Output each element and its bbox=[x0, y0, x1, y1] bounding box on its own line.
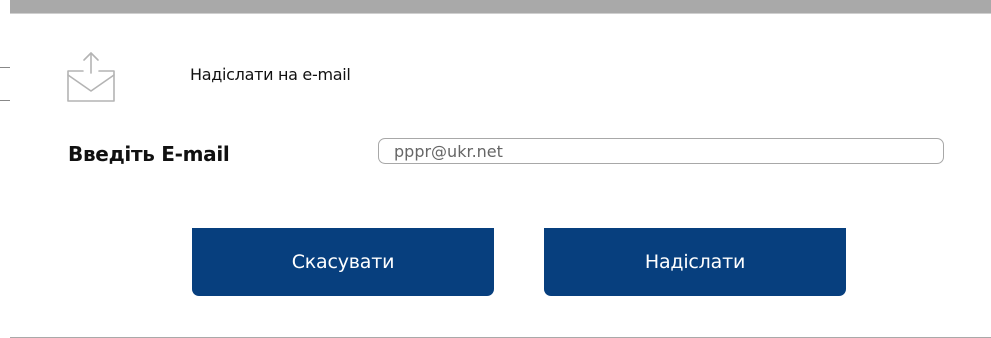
dialog-title: Надіслати на e-mail bbox=[190, 65, 351, 84]
send-button[interactable]: Надіслати bbox=[544, 228, 846, 296]
background-divider bbox=[0, 100, 10, 101]
email-input[interactable] bbox=[378, 138, 944, 164]
cancel-button[interactable]: Скасувати bbox=[192, 228, 494, 296]
page: Надіслати на e-mail Введіть E-mail Скасу… bbox=[0, 0, 991, 338]
email-field-label: Введіть E-mail bbox=[68, 142, 230, 166]
background-divider bbox=[0, 67, 10, 68]
background-page-fragment bbox=[0, 0, 10, 338]
send-email-dialog: Надіслати на e-mail Введіть E-mail Скасу… bbox=[10, 13, 991, 337]
envelope-upload-icon bbox=[66, 49, 116, 103]
